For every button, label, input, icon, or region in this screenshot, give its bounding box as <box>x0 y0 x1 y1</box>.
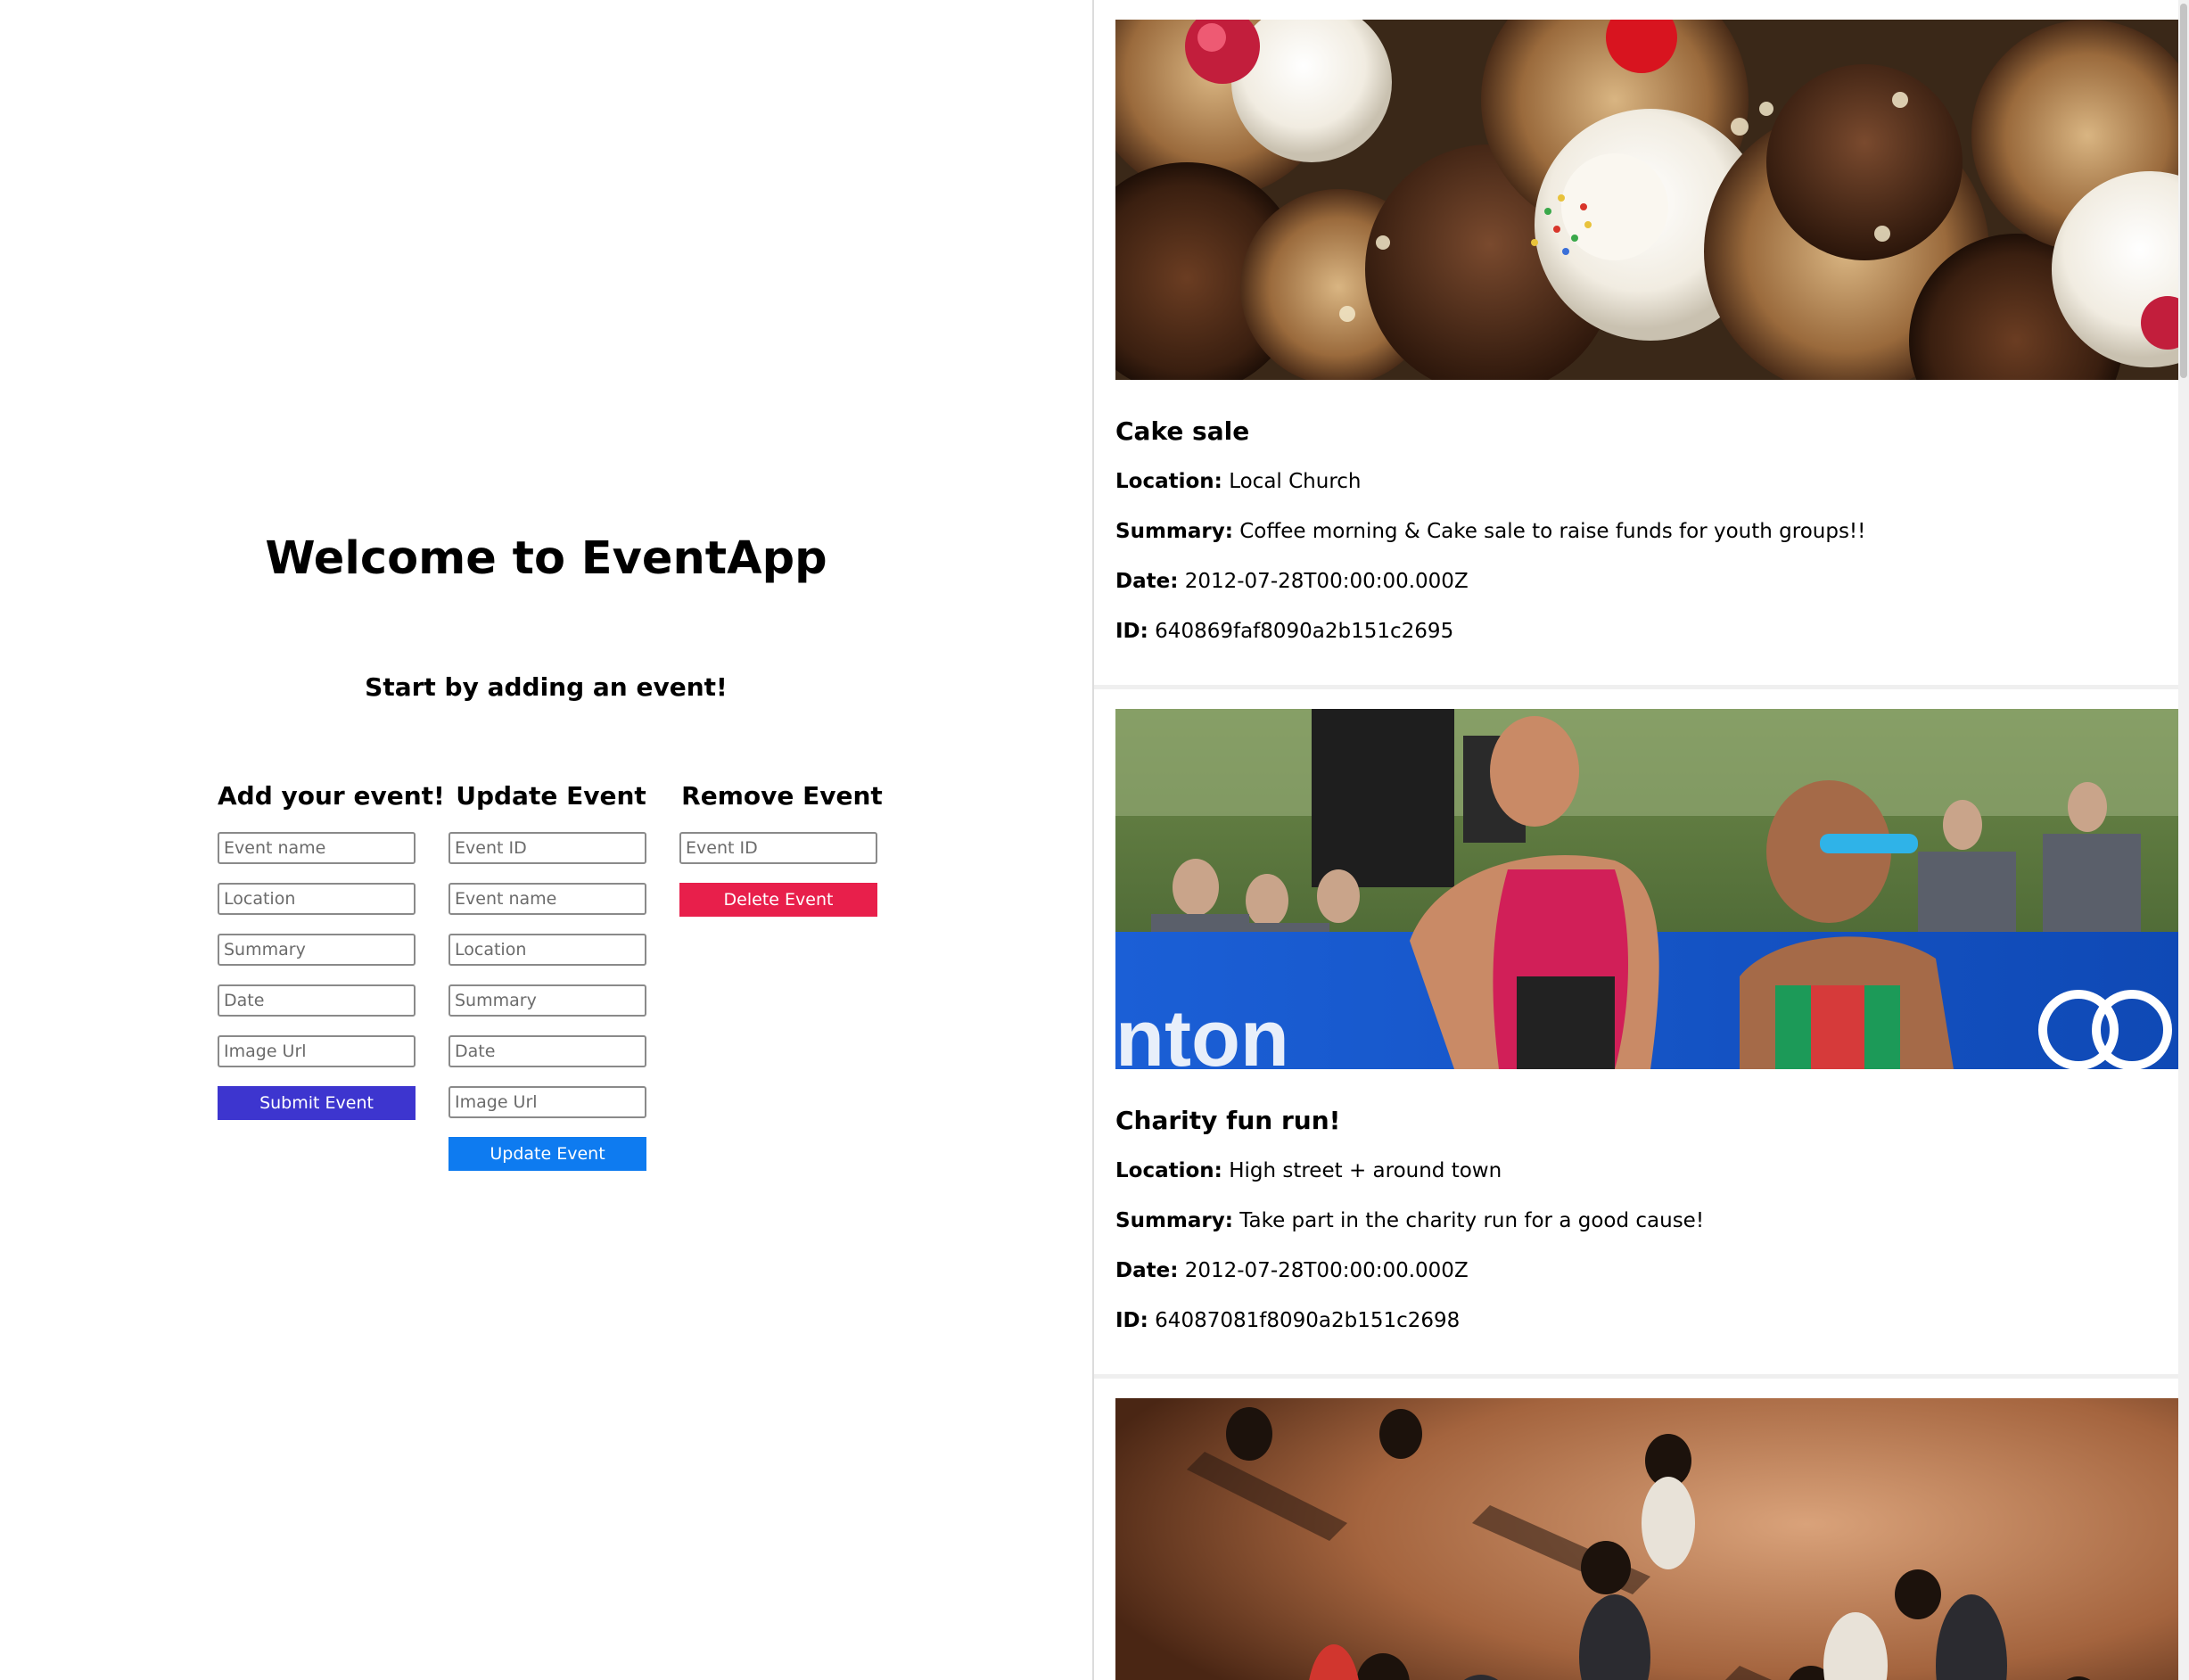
event-id: ID: 640869faf8090a2b151c2695 <box>1115 614 2178 649</box>
remove-event-heading: Remove Event <box>681 781 883 811</box>
update-event-name-input[interactable] <box>448 883 646 915</box>
summary-value: Take part in the charity run for a good … <box>1239 1209 1705 1232</box>
update-image-url-input[interactable] <box>448 1086 646 1118</box>
summary-label: Summary: <box>1115 1209 1233 1232</box>
add-image-url-input[interactable] <box>218 1035 416 1067</box>
remove-event-form: Remove Event Delete Event <box>679 778 893 917</box>
update-event-button[interactable]: Update Event <box>448 1137 646 1171</box>
update-event-form: Update Event Update Event <box>448 778 662 1171</box>
event-name: Charity fun run! <box>1115 1106 1341 1135</box>
add-location-input[interactable] <box>218 883 416 915</box>
update-date-input[interactable] <box>448 1035 646 1067</box>
scrollbar[interactable] <box>2178 0 2189 1680</box>
date-label: Date: <box>1115 570 1179 593</box>
delete-event-button[interactable]: Delete Event <box>679 883 877 917</box>
event-date: Date: 2012-07-28T00:00:00.000Z <box>1115 1253 2178 1289</box>
event-location: Location: High street + around town <box>1115 1153 2178 1189</box>
event-image <box>1115 20 2178 380</box>
add-event-heading: Add your event! <box>218 781 445 811</box>
cupcakes-photo <box>1115 20 2178 380</box>
svg-text:nton: nton <box>1115 994 1289 1069</box>
dancing-crowd-photo <box>1115 1398 2178 1680</box>
event-date: Date: 2012-07-28T00:00:00.000Z <box>1115 564 2178 599</box>
update-event-heading: Update Event <box>456 781 646 811</box>
event-image <box>1115 1398 2178 1680</box>
left-panel: Welcome to EventApp Start by adding an e… <box>0 0 1092 1680</box>
location-value: Local Church <box>1229 470 1362 493</box>
remove-event-id-input[interactable] <box>679 832 877 864</box>
event-summary: Summary: Take part in the charity run fo… <box>1115 1203 2178 1239</box>
add-summary-input[interactable] <box>218 934 416 966</box>
event-card: Cake sale Location: Local Church Summary… <box>1094 0 2178 689</box>
summary-value: Coffee morning & Cake sale to raise fund… <box>1239 520 1866 543</box>
app-root: Welcome to EventApp Start by adding an e… <box>0 0 2189 1680</box>
summary-label: Summary: <box>1115 520 1233 543</box>
location-label: Location: <box>1115 1159 1222 1182</box>
id-label: ID: <box>1115 620 1148 643</box>
add-date-input[interactable] <box>218 984 416 1017</box>
page-subtitle: Start by adding an event! <box>365 672 728 702</box>
location-value: High street + around town <box>1229 1159 1502 1182</box>
page-title: Welcome to EventApp <box>265 532 827 585</box>
update-summary-input[interactable] <box>448 984 646 1017</box>
event-summary: Summary: Coffee morning & Cake sale to r… <box>1115 514 2178 549</box>
submit-event-button[interactable]: Submit Event <box>218 1086 416 1120</box>
add-event-name-input[interactable] <box>218 832 416 864</box>
event-name: Cake sale <box>1115 416 1250 446</box>
event-card: nton Charity fun run! Location: High str… <box>1094 689 2178 1379</box>
date-value: 2012-07-28T00:00:00.000Z <box>1184 1259 1469 1282</box>
event-list[interactable]: Cake sale Location: Local Church Summary… <box>1092 0 2189 1680</box>
id-value: 64087081f8090a2b151c2698 <box>1155 1309 1461 1332</box>
event-image: nton <box>1115 709 2178 1069</box>
update-location-input[interactable] <box>448 934 646 966</box>
event-card <box>1094 1379 2178 1680</box>
add-event-form: Add your event! Submit Event <box>218 778 445 1120</box>
id-label: ID: <box>1115 1309 1148 1332</box>
location-label: Location: <box>1115 470 1222 493</box>
update-event-id-input[interactable] <box>448 832 646 864</box>
scrollbar-thumb[interactable] <box>2180 4 2187 378</box>
date-value: 2012-07-28T00:00:00.000Z <box>1184 570 1469 593</box>
event-id: ID: 64087081f8090a2b151c2698 <box>1115 1303 2178 1338</box>
runners-photo: nton <box>1115 709 2178 1069</box>
event-location: Location: Local Church <box>1115 464 2178 499</box>
date-label: Date: <box>1115 1259 1179 1282</box>
id-value: 640869faf8090a2b151c2695 <box>1155 620 1454 643</box>
